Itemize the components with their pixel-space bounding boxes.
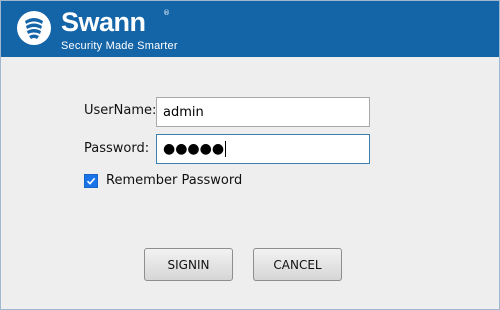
- brand-name: Swann: [61, 7, 146, 37]
- remember-password-label[interactable]: Remember Password: [106, 173, 242, 188]
- cancel-button[interactable]: CANCEL: [253, 248, 342, 281]
- swann-logo-icon: [17, 11, 51, 45]
- header-banner: Swann ® Security Made Smarter: [1, 1, 499, 57]
- brand-tagline: Security Made Smarter: [61, 40, 178, 52]
- checkmark-icon: [86, 177, 96, 185]
- username-value: admin: [163, 104, 204, 120]
- password-field[interactable]: ●●●●●: [156, 134, 370, 164]
- text-caret: [225, 141, 227, 157]
- remember-password-checkbox[interactable]: [84, 174, 98, 188]
- login-window: Swann ® Security Made Smarter UserName: …: [0, 0, 500, 310]
- password-label: Password:: [84, 141, 150, 156]
- username-field[interactable]: admin: [156, 97, 370, 127]
- registered-mark: ®: [163, 9, 170, 17]
- password-masked-value: ●●●●●: [163, 141, 225, 157]
- username-label: UserName:: [84, 103, 157, 118]
- signin-button[interactable]: SIGNIN: [144, 248, 233, 281]
